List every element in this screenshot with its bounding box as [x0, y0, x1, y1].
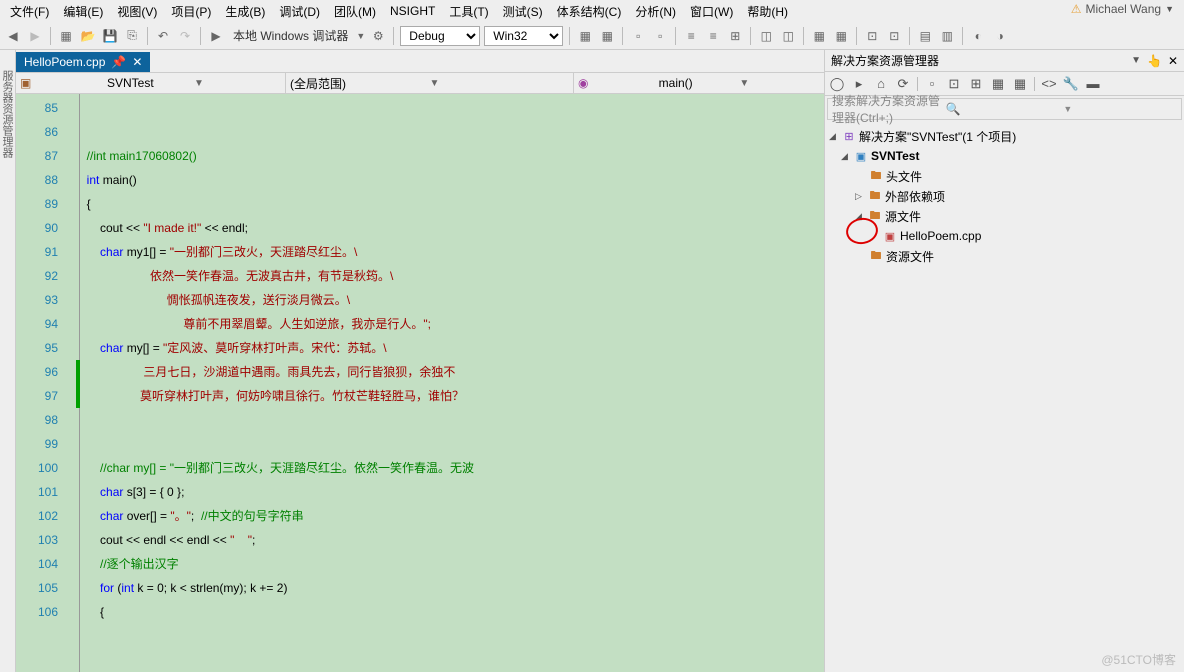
member-dropdown[interactable]: ◉ main()▼	[574, 73, 824, 93]
open-button[interactable]: 📂	[79, 27, 97, 45]
file-tab[interactable]: HelloPoem.cpp 📌 ✕	[16, 52, 150, 72]
toolbar-icon-16[interactable]: ◐	[969, 27, 987, 45]
toolbar-icon-5[interactable]: ≡	[682, 27, 700, 45]
filter-dropdown[interactable]: (全局范围)▼	[286, 73, 574, 93]
toolbar-icon-11[interactable]: ▦	[832, 27, 850, 45]
toolbar-icon-12[interactable]: ⊡	[863, 27, 881, 45]
left-tool-strip[interactable]: 服务器资源管理器	[0, 50, 16, 672]
solution-tree[interactable]: ◢⊞ 解决方案"SVNTest"(1 个项目) ◢▣ SVNTest 🖿 头文件…	[825, 122, 1184, 672]
forward-icon[interactable]: ▸	[851, 76, 867, 92]
user-name: Michael Wang	[1085, 2, 1161, 16]
config-dropdown[interactable]: Debug	[400, 26, 480, 46]
resource-folder[interactable]: 🖿 资源文件	[825, 246, 1184, 266]
debug-target[interactable]: 本地 Windows 调试器	[229, 27, 352, 44]
close-icon[interactable]: ✕	[132, 55, 142, 69]
source-file[interactable]: ▣ HelloPoem.cpp	[825, 226, 1184, 246]
menu-item[interactable]: 窗口(W)	[684, 1, 739, 22]
toolbar-icon[interactable]: ⊡	[946, 76, 962, 92]
menu-item[interactable]: 编辑(E)	[57, 1, 109, 22]
headers-folder[interactable]: 🖿 头文件	[825, 166, 1184, 186]
search-icon: 🔍	[946, 102, 1060, 116]
menu-item[interactable]: 生成(B)	[219, 1, 271, 22]
toolbar-icon[interactable]: ▬	[1085, 76, 1101, 92]
toolbar-icon-6[interactable]: ≡	[704, 27, 722, 45]
wrench-icon[interactable]: 🔧	[1063, 76, 1079, 92]
close-icon[interactable]: ✕	[1168, 54, 1178, 68]
menu-item[interactable]: 视图(V)	[111, 1, 163, 22]
code-content[interactable]: //int main17060802() int main() { cout <…	[80, 94, 824, 672]
scope-dropdown[interactable]: ▣ SVNTest▼	[16, 73, 286, 93]
project-node[interactable]: ◢▣ SVNTest	[825, 146, 1184, 166]
undo-button[interactable]: ↶	[154, 27, 172, 45]
save-all-button[interactable]: ⎘	[123, 27, 141, 45]
solution-explorer-title: 解决方案资源管理器 ▼ 👆 ✕	[825, 50, 1184, 72]
menu-item[interactable]: NSIGHT	[384, 2, 441, 20]
toolbar-icon-9[interactable]: ◫	[779, 27, 797, 45]
menu-item[interactable]: 工具(T)	[443, 1, 494, 22]
chevron-down-icon: ▼	[1165, 4, 1174, 14]
back-button[interactable]: ◀	[4, 27, 22, 45]
toolbar-icon-10[interactable]: ▦	[810, 27, 828, 45]
line-number-gutter: 8586878889909192939495969798991001011021…	[16, 94, 66, 672]
main-toolbar: ◀ ▶ ▦ 📂 💾 ⎘ ↶ ↷ ▶ 本地 Windows 调试器 ▼ ⚙ Deb…	[0, 22, 1184, 50]
toolbar-icon[interactable]: ⊞	[968, 76, 984, 92]
code-icon[interactable]: <>	[1041, 76, 1057, 92]
menu-item[interactable]: 项目(P)	[165, 1, 217, 22]
tab-filename: HelloPoem.cpp	[24, 55, 105, 69]
toolbar-icon-13[interactable]: ⊡	[885, 27, 903, 45]
save-button[interactable]: 💾	[101, 27, 119, 45]
toolbar-icon-2[interactable]: ▦	[598, 27, 616, 45]
nav-bar: ▣ SVNTest▼ (全局范围)▼ ◉ main()▼	[16, 72, 824, 94]
chevron-down-icon: ▼	[1063, 104, 1177, 114]
toolbar-icon-1[interactable]: ▦	[576, 27, 594, 45]
toolbar-icon-7[interactable]: ⊞	[726, 27, 744, 45]
refresh-icon[interactable]: ⟳	[895, 76, 911, 92]
debug-settings-icon[interactable]: ⚙	[369, 27, 387, 45]
new-file-button[interactable]: ▦	[57, 27, 75, 45]
menu-item[interactable]: 团队(M)	[328, 1, 382, 22]
menu-item[interactable]: 帮助(H)	[741, 1, 794, 22]
external-folder[interactable]: ▷🖿 外部依赖项	[825, 186, 1184, 206]
watermark: @51CTO博客	[1101, 651, 1176, 668]
solution-explorer-pane: 解决方案资源管理器 ▼ 👆 ✕ ◯ ▸ ⌂ ⟳ ▫ ⊡ ⊞ ▦ ▦ <> 🔧 ▬…	[824, 50, 1184, 672]
dropdown-icon[interactable]: ▼	[1131, 55, 1141, 66]
pin-icon[interactable]: 📌	[111, 55, 126, 69]
redo-button[interactable]: ↷	[176, 27, 194, 45]
pin-icon[interactable]: 👆	[1147, 54, 1162, 68]
warning-icon: ⚠	[1071, 2, 1082, 16]
toolbar-icon-3[interactable]: ▫	[629, 27, 647, 45]
code-editor[interactable]: 8586878889909192939495969798991001011021…	[16, 94, 824, 672]
menu-item[interactable]: 调试(D)	[273, 1, 326, 22]
platform-dropdown[interactable]: Win32	[484, 26, 563, 46]
toolbar-icon-4[interactable]: ▫	[651, 27, 669, 45]
toolbar-icon-15[interactable]: ▥	[938, 27, 956, 45]
menu-item[interactable]: 文件(F)	[4, 1, 55, 22]
home-icon[interactable]: ⌂	[873, 76, 889, 92]
menu-item[interactable]: 测试(S)	[497, 1, 549, 22]
toolbar-icon[interactable]: ▦	[990, 76, 1006, 92]
editor-pane: HelloPoem.cpp 📌 ✕ ▣ SVNTest▼ (全局范围)▼ ◉ m…	[16, 50, 824, 672]
back-icon[interactable]: ◯	[829, 76, 845, 92]
tab-strip: HelloPoem.cpp 📌 ✕	[16, 50, 824, 72]
menu-item[interactable]: 分析(N)	[629, 1, 682, 22]
toolbar-icon-14[interactable]: ▤	[916, 27, 934, 45]
menu-item[interactable]: 体系结构(C)	[551, 1, 628, 22]
solution-node[interactable]: ◢⊞ 解决方案"SVNTest"(1 个项目)	[825, 126, 1184, 146]
solution-search-input[interactable]: 搜索解决方案资源管理器(Ctrl+;) 🔍 ▼	[827, 98, 1182, 120]
forward-button[interactable]: ▶	[26, 27, 44, 45]
source-folder[interactable]: ◢🖿 源文件	[825, 206, 1184, 226]
toolbar-icon[interactable]: ▦	[1012, 76, 1028, 92]
menu-bar: 文件(F)编辑(E)视图(V)项目(P)生成(B)调试(D)团队(M)NSIGH…	[0, 0, 1184, 22]
toolbar-icon[interactable]: ▫	[924, 76, 940, 92]
start-debug-button[interactable]: ▶	[207, 27, 225, 45]
toolbar-icon-8[interactable]: ◫	[757, 27, 775, 45]
user-badge[interactable]: ⚠ Michael Wang ▼	[1071, 2, 1174, 16]
toolbar-icon-17[interactable]: ◑	[991, 27, 1009, 45]
